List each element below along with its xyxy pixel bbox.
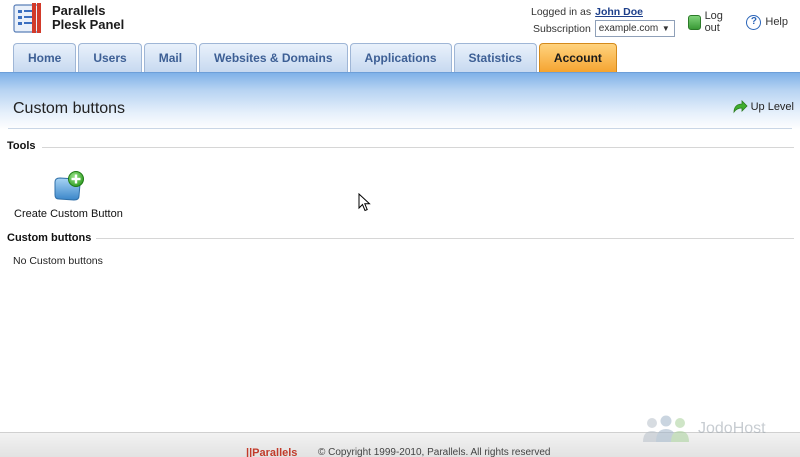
logout-icon <box>688 14 701 30</box>
subscription-select[interactable]: example.com ▼ <box>594 20 675 37</box>
section-divider <box>96 238 794 239</box>
people-icon <box>640 414 692 444</box>
plesk-logo[interactable]: Parallels Plesk Panel <box>12 2 124 34</box>
help-link[interactable]: ? Help <box>746 14 788 30</box>
main-tabs: Home Users Mail Websites & Domains Appli… <box>13 43 619 72</box>
brand-name: Parallels Plesk Panel <box>52 2 124 32</box>
subscription-label: Subscription <box>533 22 591 35</box>
tab-account[interactable]: Account <box>538 43 617 72</box>
tab-users[interactable]: Users <box>78 43 142 72</box>
tab-label: Account <box>553 51 602 65</box>
up-level-label: Up Level <box>750 101 794 113</box>
mouse-pointer-icon <box>358 192 372 213</box>
section-heading-custom-buttons: Custom buttons <box>7 232 92 244</box>
watermark-text: JodoHost <box>698 420 766 437</box>
logged-in-label: Logged in as <box>531 5 592 18</box>
section-heading-tools: Tools <box>7 140 36 152</box>
top-links: Log out ? Help <box>688 10 800 34</box>
up-level-link[interactable]: Up Level <box>732 100 794 114</box>
tab-mail[interactable]: Mail <box>143 43 198 72</box>
tab-label: Applications <box>364 51 437 65</box>
tab-label: Users <box>93 51 127 65</box>
footer-brand: ||Parallels <box>246 447 298 457</box>
logout-label: Log out <box>704 10 723 34</box>
tab-applications[interactable]: Applications <box>349 43 452 72</box>
tab-label: Mail <box>158 51 183 65</box>
brand-line2: Plesk Panel <box>52 17 125 32</box>
add-button-icon <box>52 170 86 202</box>
plesk-logo-icon <box>12 2 46 34</box>
tab-websites-domains[interactable]: Websites & Domains <box>199 43 348 72</box>
brand-line1: Parallels <box>52 3 106 18</box>
user-info: Logged in as John Doe Subscription examp… <box>531 3 675 37</box>
create-custom-button[interactable]: Create Custom Button <box>14 170 124 220</box>
tab-statistics[interactable]: Statistics <box>453 43 537 72</box>
tab-label: Home <box>28 51 62 65</box>
page-title: Custom buttons <box>13 100 126 117</box>
tab-label: Websites & Domains <box>214 51 333 65</box>
watermark: JodoHost <box>640 414 766 444</box>
tab-label: Statistics <box>468 51 522 65</box>
help-icon: ? <box>746 14 762 30</box>
empty-list-message: No Custom buttons <box>13 255 103 267</box>
help-label: Help <box>765 16 788 28</box>
subscription-value: example.com <box>598 23 659 34</box>
up-level-icon <box>732 100 748 114</box>
title-divider <box>8 128 792 129</box>
section-divider <box>42 147 794 148</box>
chevron-down-icon: ▼ <box>661 24 670 33</box>
logout-link[interactable]: Log out <box>688 10 734 34</box>
footer-copyright: © Copyright 1999-2010, Parallels. All ri… <box>318 447 551 457</box>
create-custom-button-label: Create Custom Button <box>14 208 123 220</box>
tab-home[interactable]: Home <box>13 43 77 72</box>
username-link[interactable]: John Doe <box>595 6 643 18</box>
